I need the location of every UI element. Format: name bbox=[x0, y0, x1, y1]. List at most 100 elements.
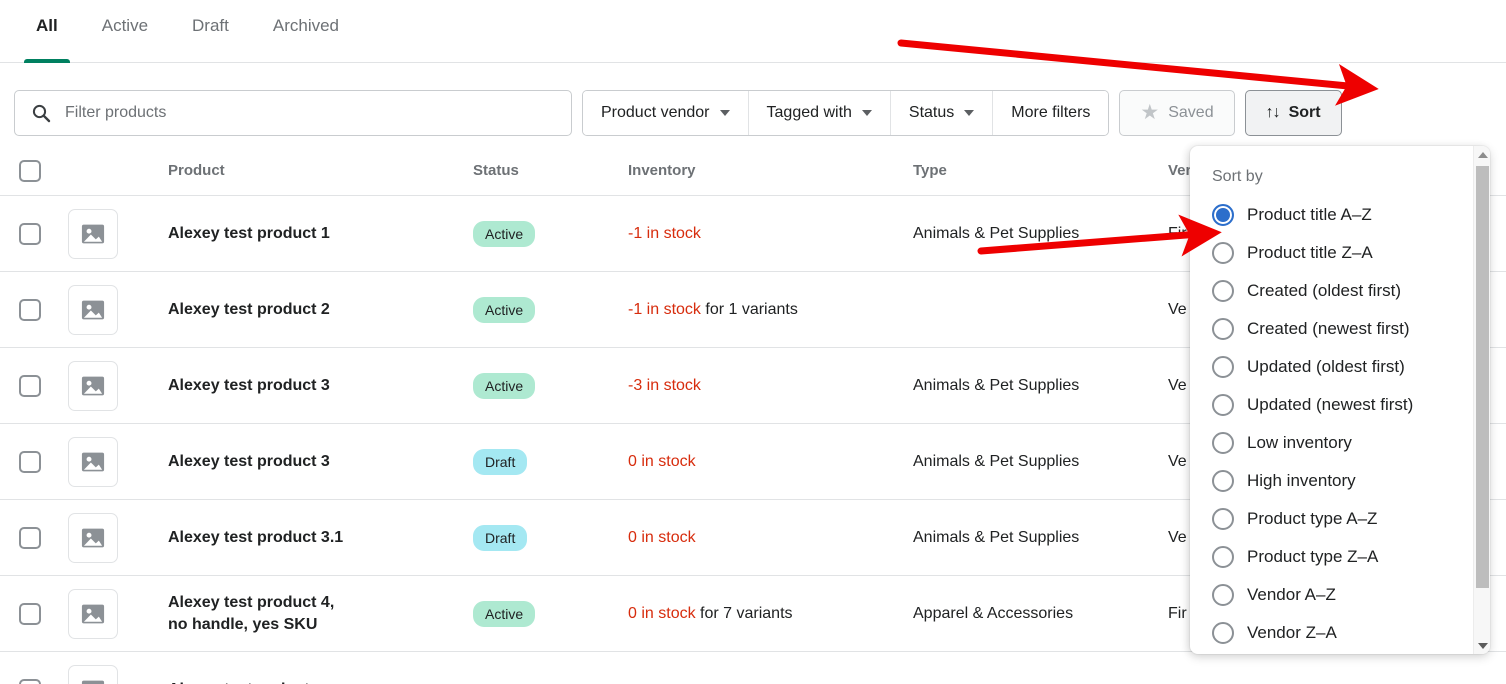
radio-unselected-icon[interactable] bbox=[1212, 584, 1234, 606]
filter-tagged-with-button[interactable]: Tagged with bbox=[748, 90, 891, 135]
sort-option[interactable]: Updated (newest first) bbox=[1190, 386, 1490, 424]
filter-label: More filters bbox=[1011, 103, 1091, 121]
sort-option[interactable]: Created (oldest first) bbox=[1190, 272, 1490, 310]
radio-unselected-icon[interactable] bbox=[1212, 280, 1234, 302]
sort-option[interactable]: Product title Z–A bbox=[1190, 234, 1490, 272]
product-name[interactable]: Alexey test product 3 bbox=[168, 451, 473, 473]
inventory-text: 0 in stock bbox=[628, 453, 696, 470]
row-thumbnail-cell bbox=[60, 284, 168, 335]
search-input[interactable] bbox=[63, 90, 543, 135]
row-type-cell: Animals & Pet Supplies bbox=[913, 452, 1080, 470]
row-inventory-cell: -3 in stock bbox=[628, 377, 913, 395]
scroll-down-arrow-icon[interactable] bbox=[1474, 637, 1490, 654]
filter-label: Product vendor bbox=[601, 103, 710, 121]
status-badge: Active bbox=[473, 600, 536, 627]
image-placeholder-icon bbox=[81, 376, 105, 395]
image-placeholder-icon bbox=[81, 224, 105, 243]
radio-unselected-icon[interactable] bbox=[1212, 622, 1234, 644]
product-name[interactable]: Alexey test product 3.1 bbox=[168, 527, 473, 549]
sort-option-label: High inventory bbox=[1247, 471, 1356, 490]
sort-option[interactable]: Vendor Z–A bbox=[1190, 614, 1490, 652]
sort-option[interactable]: High inventory bbox=[1190, 462, 1490, 500]
radio-unselected-icon[interactable] bbox=[1212, 394, 1234, 416]
sort-button[interactable]: ↑↓ Sort bbox=[1244, 89, 1342, 136]
row-select-cell bbox=[0, 298, 60, 321]
inventory-text: 0 in stock bbox=[628, 529, 696, 546]
sort-option[interactable]: Vendor A–Z bbox=[1190, 576, 1490, 614]
row-inventory-cell: 0 in stock bbox=[628, 529, 913, 547]
row-inventory-cell: 0 in stock bbox=[628, 453, 913, 471]
inventory-count: 0 in stock bbox=[628, 528, 696, 546]
product-name[interactable]: Alexey test variant bbox=[168, 679, 473, 684]
row-thumbnail-cell bbox=[60, 436, 168, 487]
status-badge: Active bbox=[473, 372, 536, 399]
search-icon bbox=[31, 103, 51, 123]
row-checkbox[interactable] bbox=[19, 678, 41, 684]
radio-selected-icon[interactable] bbox=[1212, 204, 1234, 226]
table-row[interactable]: Alexey test variant bbox=[0, 652, 1506, 684]
row-thumbnail-cell bbox=[60, 360, 168, 411]
sort-option[interactable]: Product title A–Z bbox=[1190, 196, 1490, 234]
sort-option[interactable]: Updated (oldest first) bbox=[1190, 348, 1490, 386]
row-select-cell bbox=[0, 602, 60, 625]
saved-button-label: Saved bbox=[1168, 103, 1214, 121]
filter-status-button[interactable]: Status bbox=[890, 90, 994, 135]
sort-option-label: Product title A–Z bbox=[1247, 205, 1372, 224]
radio-unselected-icon[interactable] bbox=[1212, 432, 1234, 454]
more-filters-button[interactable]: More filters bbox=[993, 90, 1109, 135]
sort-option[interactable]: Low inventory bbox=[1190, 424, 1490, 462]
filter-product-vendor-button[interactable]: Product vendor bbox=[583, 90, 749, 135]
product-name[interactable]: Alexey test product 2 bbox=[168, 299, 473, 321]
radio-unselected-icon[interactable] bbox=[1212, 318, 1234, 340]
radio-unselected-icon[interactable] bbox=[1212, 508, 1234, 530]
product-thumbnail bbox=[68, 588, 118, 639]
row-checkbox[interactable] bbox=[19, 222, 41, 245]
saved-button[interactable]: ★ Saved bbox=[1119, 89, 1235, 136]
sort-option[interactable]: Created (newest first) bbox=[1190, 310, 1490, 348]
search-box[interactable] bbox=[14, 89, 572, 136]
radio-unselected-icon[interactable] bbox=[1212, 242, 1234, 264]
tab-archived[interactable]: Archived bbox=[251, 0, 361, 63]
sort-option-label: Updated (oldest first) bbox=[1247, 357, 1405, 376]
row-checkbox[interactable] bbox=[19, 602, 41, 625]
product-name[interactable]: Alexey test product 4, no handle, yes SKU bbox=[168, 592, 473, 636]
product-thumbnail bbox=[68, 360, 118, 411]
product-name[interactable]: Alexey test product 3 bbox=[168, 375, 473, 397]
scrollbar-thumb[interactable] bbox=[1476, 166, 1489, 588]
radio-unselected-icon[interactable] bbox=[1212, 470, 1234, 492]
sort-popover-scrollbar[interactable] bbox=[1473, 146, 1490, 654]
tab-draft[interactable]: Draft bbox=[170, 0, 251, 63]
header-type: Type bbox=[913, 162, 947, 179]
row-checkbox[interactable] bbox=[19, 298, 41, 321]
tab-all[interactable]: All bbox=[14, 0, 80, 63]
row-checkbox[interactable] bbox=[19, 374, 41, 397]
sort-option-label: Created (oldest first) bbox=[1247, 281, 1401, 300]
sort-option-label: Product type Z–A bbox=[1247, 547, 1379, 566]
sort-arrows-icon: ↑↓ bbox=[1265, 103, 1281, 121]
select-all-checkbox[interactable] bbox=[19, 159, 41, 182]
row-thumbnail-cell bbox=[60, 588, 168, 639]
sort-popover-title: Sort by bbox=[1212, 168, 1263, 185]
tab-label: Archived bbox=[272, 16, 340, 35]
radio-unselected-icon[interactable] bbox=[1212, 356, 1234, 378]
inventory-text: -3 in stock bbox=[628, 377, 701, 394]
product-name[interactable]: Alexey test product 1 bbox=[168, 223, 473, 245]
inventory-count: -1 in stock bbox=[628, 224, 701, 242]
scroll-up-arrow-icon[interactable] bbox=[1474, 146, 1490, 163]
sort-option[interactable]: Product type A–Z bbox=[1190, 500, 1490, 538]
row-select-cell bbox=[0, 374, 60, 397]
row-thumbnail-cell bbox=[60, 664, 168, 684]
row-status-cell: Draft bbox=[473, 448, 628, 475]
chevron-down-icon bbox=[719, 109, 730, 116]
row-checkbox[interactable] bbox=[19, 526, 41, 549]
row-type-cell: Animals & Pet Supplies bbox=[913, 224, 1080, 242]
inventory-text: -1 in stock bbox=[628, 225, 701, 242]
image-placeholder-icon bbox=[81, 300, 105, 319]
sort-option[interactable]: Product type Z–A bbox=[1190, 538, 1490, 576]
row-type-cell: Apparel & Accessories bbox=[913, 604, 1074, 622]
radio-unselected-icon[interactable] bbox=[1212, 546, 1234, 568]
tab-bar: All Active Draft Archived bbox=[0, 0, 1506, 63]
row-inventory-cell: 0 in stock for 7 variants bbox=[628, 605, 913, 623]
tab-active[interactable]: Active bbox=[80, 0, 170, 63]
row-checkbox[interactable] bbox=[19, 450, 41, 473]
